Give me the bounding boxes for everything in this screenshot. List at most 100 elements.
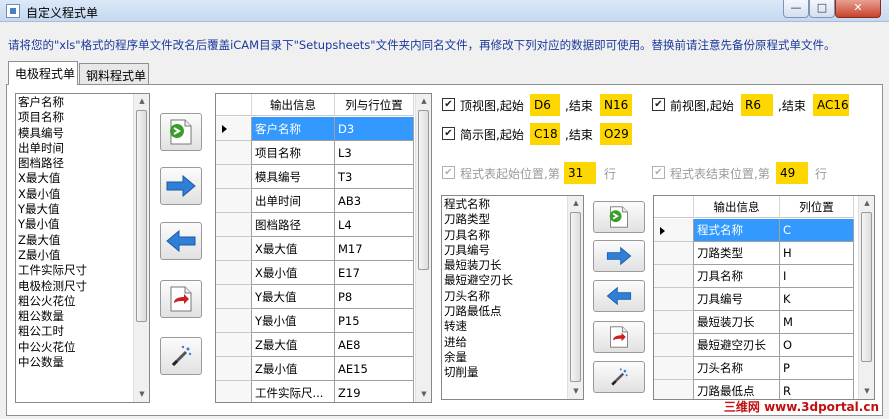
list-item[interactable]: 余量 bbox=[444, 350, 513, 365]
front-view-end-input[interactable]: AC16 bbox=[813, 94, 849, 116]
row-header[interactable] bbox=[216, 333, 252, 357]
grid-cell-info[interactable]: 程式名称 bbox=[694, 219, 780, 242]
move-left-button[interactable] bbox=[160, 222, 202, 260]
row-header[interactable] bbox=[654, 357, 694, 380]
row-header[interactable] bbox=[216, 165, 252, 189]
grid-cell-position[interactable]: K bbox=[780, 288, 854, 311]
grid-cell-info[interactable]: Z最大值 bbox=[252, 333, 335, 357]
list-item[interactable]: 工件实际尺寸 bbox=[18, 263, 87, 278]
simple-view-end-input[interactable]: O29 bbox=[600, 123, 632, 145]
grid-cell-info[interactable]: X最大值 bbox=[252, 237, 335, 261]
top-view-start-input[interactable]: D6 bbox=[530, 94, 560, 116]
program-move-left-button[interactable] bbox=[593, 280, 645, 312]
row-header[interactable] bbox=[216, 381, 252, 402]
row-header[interactable] bbox=[216, 189, 252, 213]
grid-cell-position[interactable]: Z19 bbox=[335, 381, 414, 402]
grid-cell-position[interactable]: AE8 bbox=[335, 333, 414, 357]
grid-cell-info[interactable]: Y最大值 bbox=[252, 285, 335, 309]
tab-electrode-sheet[interactable]: 电极程式单 bbox=[8, 61, 78, 85]
grid-header-position[interactable]: 列与行位置 bbox=[335, 94, 414, 116]
front-view-start-input[interactable]: R6 bbox=[741, 94, 773, 116]
list-item[interactable]: 刀具名称 bbox=[444, 228, 513, 243]
scroll-thumb[interactable] bbox=[418, 110, 429, 270]
list-item[interactable]: 电极检测尺寸 bbox=[18, 279, 87, 294]
row-header[interactable] bbox=[654, 380, 694, 399]
program-delete-item-button[interactable] bbox=[593, 321, 645, 353]
row-header[interactable] bbox=[654, 219, 694, 242]
row-header[interactable] bbox=[216, 261, 252, 285]
list-item[interactable]: 粗公工时 bbox=[18, 324, 87, 339]
scroll-up-arrow-icon[interactable]: ▲ bbox=[416, 94, 431, 109]
list-item[interactable]: Y最大值 bbox=[18, 202, 87, 217]
grid-scrollbar[interactable]: ▲ ▼ bbox=[415, 94, 431, 402]
grid-cell-info[interactable]: 图档路径 bbox=[252, 213, 335, 237]
grid-cell-info[interactable]: 出单时间 bbox=[252, 189, 335, 213]
top-view-end-input[interactable]: N16 bbox=[600, 94, 632, 116]
grid-cell-info[interactable]: 模具编号 bbox=[252, 165, 335, 189]
list-item[interactable]: 刀头名称 bbox=[444, 289, 513, 304]
row-header[interactable] bbox=[654, 334, 694, 357]
grid-cell-info[interactable]: Y最小值 bbox=[252, 309, 335, 333]
grid-cell-info[interactable]: 刀路类型 bbox=[694, 242, 780, 265]
simple-view-checkbox[interactable]: ✔ bbox=[442, 127, 455, 140]
scroll-thumb[interactable] bbox=[570, 212, 581, 382]
grid-cell-info[interactable]: X最小值 bbox=[252, 261, 335, 285]
top-view-checkbox[interactable]: ✔ bbox=[442, 98, 455, 111]
list-item[interactable]: Y最小值 bbox=[18, 217, 87, 232]
row-header[interactable] bbox=[216, 357, 252, 381]
row-header[interactable] bbox=[654, 288, 694, 311]
list-item[interactable]: 出单时间 bbox=[18, 141, 87, 156]
grid-cell-position[interactable]: O bbox=[780, 334, 854, 357]
grid-cell-info[interactable]: 刀路最低点 bbox=[694, 380, 780, 399]
row-header[interactable] bbox=[654, 242, 694, 265]
program-info-grid[interactable]: 输出信息 列位置 程式名称 C 刀路类型 H 刀具名称 I 刀具编号 K 最短装刀长 M 最短避空刃… bbox=[653, 195, 875, 400]
maximize-button[interactable]: □ bbox=[809, 0, 835, 18]
field-source-list[interactable]: 客户名称 项目名称 模具编号 出单时间 图档路径 X最大值 X最小值 Y最大值 Y最小值 Z最大值… bbox=[15, 93, 150, 403]
output-info-grid[interactable]: 输出信息 列与行位置 客户名称 D3 项目名称 L3 模具编号 T3 出单时间 AB3 图档路径… bbox=[215, 93, 432, 403]
delete-item-button[interactable] bbox=[160, 280, 202, 318]
grid-cell-position[interactable]: L4 bbox=[335, 213, 414, 237]
list-scrollbar[interactable]: ▲ ▼ bbox=[567, 196, 583, 399]
scroll-down-arrow-icon[interactable]: ▼ bbox=[568, 384, 583, 399]
grid-cell-info[interactable]: 刀头名称 bbox=[694, 357, 780, 380]
table-end-checkbox[interactable]: ✔ bbox=[652, 166, 665, 179]
list-item[interactable]: Z最小值 bbox=[18, 248, 87, 263]
scroll-down-arrow-icon[interactable]: ▼ bbox=[416, 387, 431, 402]
list-item[interactable]: 刀具编号 bbox=[444, 243, 513, 258]
table-start-checkbox[interactable]: ✔ bbox=[442, 166, 455, 179]
list-item[interactable]: 中公数量 bbox=[18, 355, 87, 370]
list-item[interactable]: Z最大值 bbox=[18, 233, 87, 248]
list-item[interactable]: 进给 bbox=[444, 335, 513, 350]
list-item[interactable]: 粗公火花位 bbox=[18, 294, 87, 309]
grid-cell-position[interactable]: C bbox=[780, 219, 854, 242]
move-right-button[interactable] bbox=[160, 167, 202, 205]
grid-cell-info[interactable]: 工件实际尺... bbox=[252, 381, 335, 402]
scroll-thumb[interactable] bbox=[861, 212, 872, 362]
front-view-checkbox[interactable]: ✔ bbox=[652, 98, 665, 111]
scroll-thumb[interactable] bbox=[136, 110, 147, 322]
close-button[interactable]: ✕ bbox=[835, 0, 881, 18]
program-move-right-button[interactable] bbox=[593, 240, 645, 272]
list-item[interactable]: 最短装刀长 bbox=[444, 258, 513, 273]
scroll-down-arrow-icon[interactable]: ▼ bbox=[859, 384, 874, 399]
list-item[interactable]: 模具编号 bbox=[18, 126, 87, 141]
add-item-button[interactable] bbox=[160, 113, 202, 151]
row-header[interactable] bbox=[216, 141, 252, 165]
grid-cell-position[interactable]: AB3 bbox=[335, 189, 414, 213]
grid-cell-info[interactable]: 最短装刀长 bbox=[694, 311, 780, 334]
table-end-input[interactable]: 49 bbox=[776, 162, 808, 184]
grid-header-output-info[interactable]: 输出信息 bbox=[252, 94, 335, 116]
grid-cell-info[interactable]: 客户名称 bbox=[252, 117, 335, 141]
grid-cell-position[interactable]: P8 bbox=[335, 285, 414, 309]
grid-header-output-info[interactable]: 输出信息 bbox=[694, 196, 780, 218]
list-item[interactable]: 切削量 bbox=[444, 365, 513, 380]
program-magic-wand-button[interactable] bbox=[593, 361, 645, 393]
grid-cell-position[interactable]: D3 bbox=[335, 117, 414, 141]
grid-cell-position[interactable]: R bbox=[780, 380, 854, 399]
row-header[interactable] bbox=[216, 237, 252, 261]
table-start-input[interactable]: 31 bbox=[564, 162, 596, 184]
grid-cell-position[interactable]: M17 bbox=[335, 237, 414, 261]
row-header[interactable] bbox=[216, 285, 252, 309]
minimize-button[interactable]: — bbox=[783, 0, 809, 18]
list-item[interactable]: 粗公数量 bbox=[18, 309, 87, 324]
